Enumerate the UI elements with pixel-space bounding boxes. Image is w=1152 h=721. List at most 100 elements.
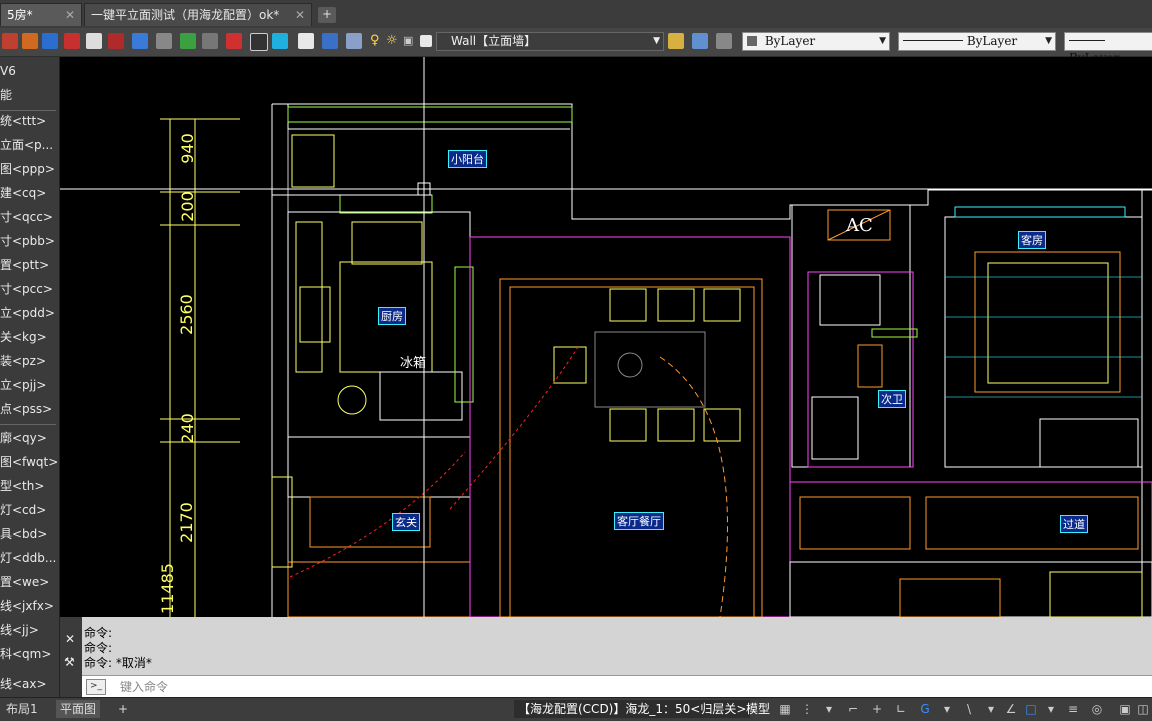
tool-icon[interactable] (86, 33, 102, 49)
tool-icon[interactable] (202, 33, 218, 49)
drawing-canvas[interactable]: 940 200 2560 240 2170 11485 小阳台 厨房 冰箱 玄关… (60, 57, 1152, 617)
command-history-line: 命令: *取消* (84, 656, 152, 670)
tool-icon[interactable] (42, 33, 58, 49)
command-window: ✕ ⚒ 命令: 命令: 命令: *取消* >_ 键入命令 (60, 617, 1152, 697)
tab-5room[interactable]: 5房* ✕ (0, 3, 82, 26)
isodraft-icon[interactable]: \ (962, 702, 976, 716)
palette-item[interactable]: 型<th> (0, 474, 59, 498)
chevron-down-icon[interactable]: ▾ (940, 702, 954, 716)
tab-layout1[interactable]: 布局1 (2, 700, 42, 718)
model-space-button[interactable]: 模型 (742, 700, 774, 718)
dimension-label: 940 (177, 133, 197, 164)
palette-item[interactable]: 装<pz> (0, 349, 59, 373)
tool-icon[interactable] (226, 33, 242, 49)
dimension-label: 2170 (176, 502, 196, 543)
palette-item[interactable]: 能 (0, 83, 59, 107)
lineweight-dropdown[interactable]: ByLayer (1064, 32, 1152, 65)
tool-icon[interactable] (250, 33, 268, 51)
palette-item[interactable]: 灯<cd> (0, 498, 59, 522)
tool-icon[interactable] (2, 33, 18, 49)
palette-item[interactable]: 立<pdd> (0, 301, 59, 325)
tab-label: 5房* (7, 8, 33, 22)
polar-icon[interactable]: G (918, 702, 932, 716)
layer-name: Wall【立面墙】 (451, 34, 537, 48)
annotation-icon[interactable]: ◫ (1136, 702, 1150, 716)
palette-item[interactable]: 廓<qy> (0, 426, 59, 450)
room-label: 客厅餐厅 (614, 512, 664, 530)
palette-item[interactable]: 线<jxfx> (0, 594, 59, 618)
layer-match-icon[interactable] (692, 33, 708, 49)
palette-item[interactable]: 图<ppp> (0, 157, 59, 181)
tool-icon[interactable] (298, 33, 314, 49)
chevron-down-icon[interactable]: ▾ (822, 702, 836, 716)
lightbulb-icon[interactable]: ♀ (370, 33, 386, 49)
layer-states-icon[interactable] (346, 33, 362, 49)
tab-elevation-test[interactable]: 一键平立面测试（用海龙配置）ok* ✕ (84, 3, 312, 26)
object-snap-icon[interactable]: □ (1024, 702, 1038, 716)
palette-item[interactable]: 具<bd> (0, 522, 59, 546)
palette-item[interactable]: 灯<ddb... (0, 546, 59, 570)
palette-item[interactable]: 线<jj> (0, 618, 59, 642)
scale-readout[interactable]: 【海龙配置(CCD)】海龙_1：50<归层关> (514, 700, 751, 718)
close-icon[interactable]: ✕ (65, 632, 75, 646)
chevron-down-icon[interactable]: ▾ (1044, 702, 1058, 716)
tool-palette: V6 能 统<ttt> 立面<p... 图<ppp> 建<cq> 寸<qcc> … (0, 57, 60, 697)
object-snap-tracking-icon[interactable]: ∠ (1004, 702, 1018, 716)
palette-item[interactable]: 图<fwqt> (0, 450, 59, 474)
room-label: 冰箱 (400, 356, 427, 371)
lineweight-icon[interactable]: ≡ (1066, 702, 1080, 716)
command-window-handle: ✕ ⚒ (60, 617, 82, 697)
palette-item[interactable]: 立面<p... (0, 133, 59, 157)
palette-item[interactable]: 统<ttt> (0, 109, 59, 133)
layer-previous-icon[interactable] (716, 33, 732, 49)
tool-icon[interactable] (132, 33, 148, 49)
transparency-icon[interactable]: ◎ (1090, 702, 1104, 716)
tool-icon[interactable] (272, 33, 288, 49)
lock-icon[interactable]: ▣ (403, 33, 419, 49)
palette-item[interactable]: 寸<pcc> (0, 277, 59, 301)
tool-icon[interactable] (322, 33, 338, 49)
palette-item[interactable]: 建<cq> (0, 181, 59, 205)
palette-item[interactable]: 线<ax> (0, 672, 59, 696)
palette-item[interactable]: V6 (0, 59, 59, 83)
dynamic-input-icon[interactable]: + (870, 702, 884, 716)
line-sample-icon (903, 40, 963, 41)
tool-icon[interactable] (64, 33, 80, 49)
room-label: 小阳台 (448, 150, 487, 168)
layer-dropdown[interactable]: Wall【立面墙】 ▼ (436, 32, 664, 51)
palette-item[interactable]: 关<kg> (0, 325, 59, 349)
tool-icon[interactable] (156, 33, 172, 49)
chevron-down-icon[interactable]: ▾ (984, 702, 998, 716)
command-input[interactable]: >_ 键入命令 (82, 675, 1152, 697)
close-icon[interactable]: ✕ (295, 4, 305, 27)
chevron-down-icon: ▼ (879, 36, 886, 46)
tool-icon[interactable] (22, 33, 38, 49)
palette-item[interactable]: 寸<pbb> (0, 229, 59, 253)
palette-item[interactable]: 寸<qcc> (0, 205, 59, 229)
sun-icon[interactable]: ☼ (386, 33, 402, 49)
room-label: AC (846, 215, 873, 236)
selection-cycling-icon[interactable]: ▣ (1118, 702, 1132, 716)
wrench-icon[interactable]: ⚒ (64, 655, 75, 669)
divider (0, 424, 56, 425)
palette-item[interactable]: 置<ptt> (0, 253, 59, 277)
add-layout-button[interactable]: + (114, 700, 132, 718)
palette-item[interactable]: 科<qm> (0, 642, 59, 666)
snap-icon[interactable]: ⋮ (800, 702, 814, 716)
tool-icon[interactable] (108, 33, 124, 49)
new-tab-button[interactable]: + (318, 7, 336, 23)
palette-item[interactable]: 立<pjj> (0, 373, 59, 397)
color-dropdown[interactable]: ByLayer ▼ (742, 32, 890, 51)
palette-item[interactable]: 置<we> (0, 570, 59, 594)
infer-icon[interactable]: ⌐ (846, 702, 860, 716)
linetype-dropdown[interactable]: ByLayer ▼ (898, 32, 1056, 51)
tool-icon[interactable] (180, 33, 196, 49)
close-icon[interactable]: ✕ (65, 4, 75, 27)
grid-icon[interactable]: ▦ (778, 702, 792, 716)
tab-floor-plan[interactable]: 平面图 (56, 700, 101, 718)
make-current-icon[interactable] (668, 33, 684, 49)
palette-item[interactable]: 点<pss> (0, 397, 59, 421)
command-prompt-icon[interactable]: >_ (86, 679, 106, 695)
room-label: 玄关 (392, 513, 420, 531)
ortho-icon[interactable]: ∟ (894, 702, 908, 716)
